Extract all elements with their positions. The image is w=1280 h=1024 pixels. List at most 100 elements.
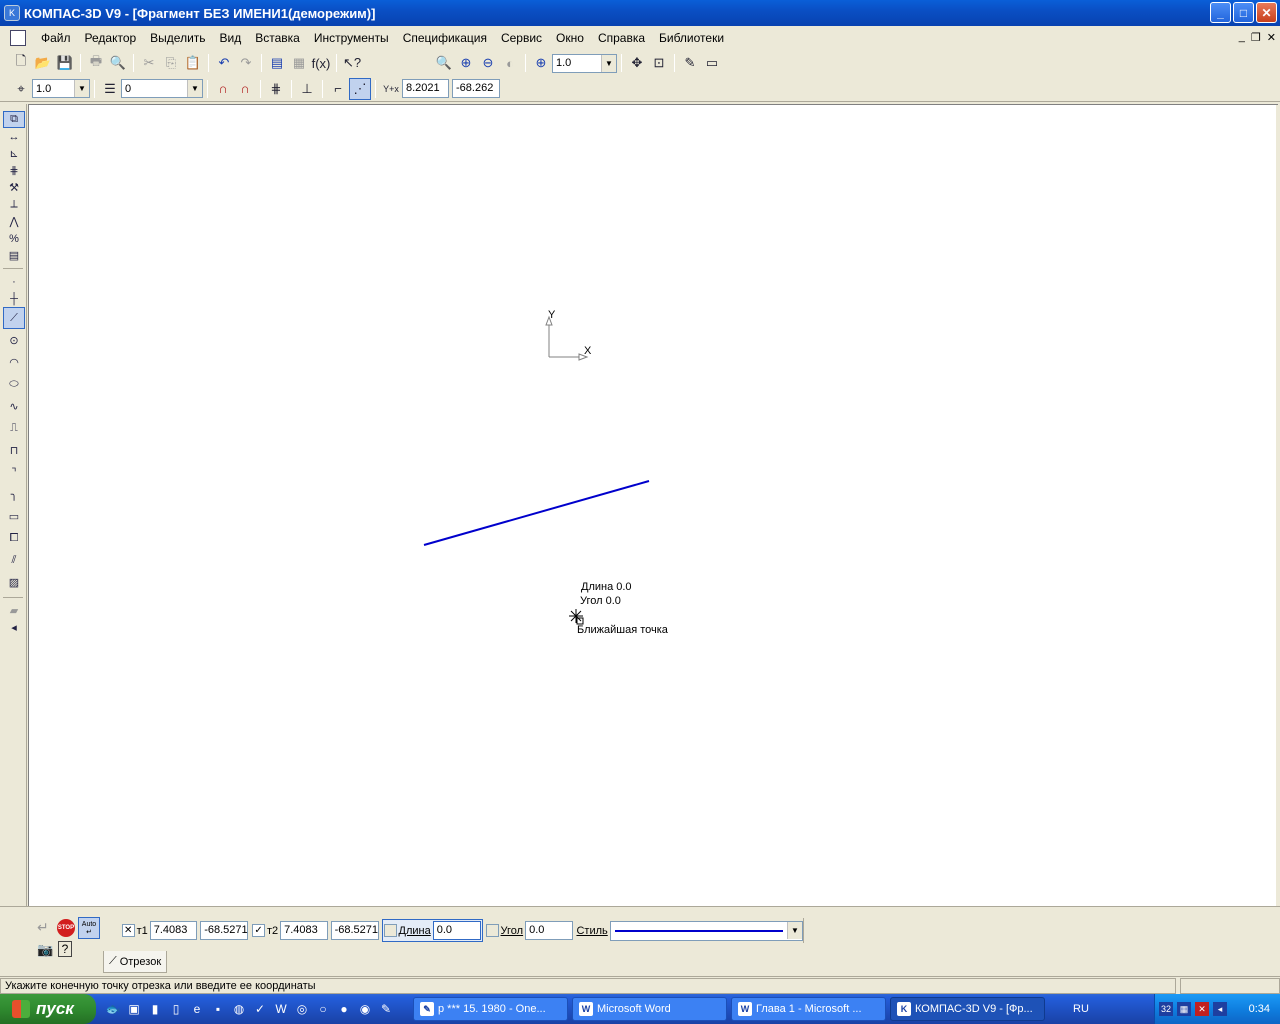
tab-segment[interactable]: ⟋ Отрезок — [103, 951, 168, 973]
zoom-window-icon[interactable]: 🔍 — [433, 52, 455, 74]
dimensions-panel-icon[interactable]: ↔ — [3, 128, 25, 145]
menu-tools[interactable]: Инструменты — [307, 31, 396, 45]
search-icon[interactable]: ○ — [314, 1000, 332, 1018]
coordinates-icon[interactable]: Y+x — [380, 78, 402, 100]
chevron-down-icon[interactable]: ▼ — [601, 54, 616, 72]
menu-specification[interactable]: Спецификация — [396, 31, 494, 45]
circle-icon[interactable]: ⊙ — [3, 329, 25, 351]
print-preview-icon[interactable]: 🔍 — [107, 52, 129, 74]
new-document-icon[interactable]: 🗋 — [10, 52, 32, 74]
save-icon[interactable]: 💾 — [54, 52, 76, 74]
fish-icon[interactable]: 🐟 — [104, 1000, 122, 1018]
start-button[interactable]: пуск — [0, 994, 96, 1024]
zoom-fit-icon[interactable]: ⊡ — [648, 52, 670, 74]
geometry-panel-icon[interactable]: ⧉ — [3, 111, 25, 128]
length-field[interactable]: 0.0 — [432, 921, 481, 940]
segment-icon[interactable]: ⟋ — [3, 307, 25, 329]
designations-panel-icon[interactable]: ⊾ — [3, 145, 25, 162]
grid-icon[interactable]: ⋕ — [265, 78, 287, 100]
stop-button[interactable]: STOP — [57, 919, 75, 937]
associative-views-icon[interactable]: % — [3, 230, 25, 247]
cut-icon[interactable]: ✂ — [138, 52, 160, 74]
equidistant-icon[interactable]: ⫽ — [3, 549, 25, 571]
undo-icon[interactable]: ↶ — [213, 52, 235, 74]
t2-y-field[interactable]: -68.5271 — [330, 921, 379, 940]
tray-app-icon[interactable]: 32 — [1159, 1002, 1173, 1016]
t2-x-field[interactable]: 7.4083 — [280, 921, 328, 940]
rectangle-icon[interactable]: ▭ — [3, 505, 25, 527]
pen-icon[interactable]: ✎ — [377, 1000, 395, 1018]
select-panel-icon[interactable]: ⋀ — [3, 213, 25, 230]
camera-icon[interactable]: 📷 — [37, 942, 53, 958]
ellipse-icon[interactable]: ⬭ — [3, 373, 25, 395]
cursor-y-field[interactable]: -68.262 — [452, 79, 500, 98]
zoom-combo[interactable]: 1.0 ▼ — [552, 53, 617, 73]
print-icon[interactable]: 🖶 — [85, 52, 107, 74]
library-icon[interactable]: ▦ — [288, 52, 310, 74]
spline-icon[interactable]: ∿ — [3, 395, 25, 417]
book-icon[interactable]: ▮ — [146, 1000, 164, 1018]
paste-icon[interactable]: 📋 — [182, 52, 204, 74]
layer-combo[interactable]: 0 ▼ — [121, 79, 203, 98]
globe-icon[interactable]: ◍ — [230, 1000, 248, 1018]
t1-fix-checkbox[interactable]: ✕ — [121, 924, 135, 937]
spec-panel-icon[interactable]: ▤ — [3, 247, 25, 264]
arc-icon[interactable]: ◠ — [3, 351, 25, 373]
media-icon[interactable]: ◎ — [293, 1000, 311, 1018]
bezier-icon[interactable]: ⊓ — [3, 439, 25, 461]
parametric-mode-icon[interactable]: ⋰ — [349, 77, 371, 100]
floppy-icon[interactable]: ▪ — [209, 1000, 227, 1018]
edit-panel-icon[interactable]: ⋕ — [3, 162, 25, 179]
point-icon[interactable]: · — [3, 273, 25, 290]
taskbar-item-word[interactable]: W Microsoft Word — [572, 997, 727, 1021]
menu-view[interactable]: Вид — [213, 31, 249, 45]
refresh-icon[interactable]: ✎ — [679, 52, 701, 74]
tray-alert-icon[interactable]: ✕ — [1195, 1002, 1209, 1016]
chevron-down-icon[interactable]: ▼ — [787, 922, 802, 939]
local-cs-icon[interactable]: ⊥ — [296, 78, 318, 100]
collect-icon[interactable]: ▰ — [3, 602, 25, 619]
checkmark-icon[interactable]: ✓ — [251, 1000, 269, 1018]
zoom-in-icon[interactable]: ⊕ — [455, 52, 477, 74]
drawing-canvas[interactable]: Y X Длина 0.0 Угол 0.0 Ближайшая точка — [28, 104, 1278, 907]
variables-icon[interactable]: f(x) — [310, 52, 332, 74]
ortho-icon[interactable]: ⌐ — [327, 78, 349, 100]
menu-libraries[interactable]: Библиотеки — [652, 31, 731, 45]
polyline-icon[interactable]: ⎍ — [3, 417, 25, 439]
cursor-x-field[interactable]: 8.2021 — [402, 79, 449, 98]
zoom-scale-icon[interactable]: ⊕ — [530, 52, 552, 74]
length-checkbox[interactable] — [383, 924, 397, 937]
tray-network-icon[interactable]: ▦ — [1177, 1002, 1191, 1016]
redo-icon[interactable]: ↷ — [235, 52, 257, 74]
tray-volume-icon[interactable]: ◂ — [1213, 1002, 1227, 1016]
t1-y-field[interactable]: -68.5271 — [200, 921, 249, 940]
chamfer-icon[interactable]: ⌝ — [3, 461, 25, 483]
measure-panel-icon[interactable]: ⟂ — [3, 196, 25, 213]
minimize-button[interactable]: _ — [1210, 2, 1231, 23]
open-icon[interactable]: 📂 — [32, 52, 54, 74]
zoom-previous-icon[interactable]: ◐ — [499, 52, 521, 74]
kompas-app-icon[interactable]: K — [4, 5, 20, 21]
snap-magnet-icon[interactable]: ∩ — [212, 78, 234, 100]
expand-panel-icon[interactable]: ◂ — [3, 619, 25, 636]
taskbar-item-chapter1[interactable]: W Глава 1 - Microsoft ... — [731, 997, 886, 1021]
help-pointer-icon[interactable]: ↖? — [341, 52, 363, 74]
menu-insert[interactable]: Вставка — [248, 31, 307, 45]
menu-file[interactable]: Файл — [34, 31, 78, 45]
menu-edit[interactable]: Редактор — [78, 31, 144, 45]
angle-checkbox[interactable] — [485, 924, 499, 937]
chevron-down-icon[interactable]: ▼ — [74, 80, 89, 97]
show-desktop-icon[interactable]: ▣ — [125, 1000, 143, 1018]
close-button[interactable]: ✕ — [1256, 2, 1277, 23]
snap-settings-icon[interactable]: ∩ — [234, 78, 256, 100]
document-icon[interactable] — [10, 30, 26, 46]
mdi-close-icon[interactable]: ✕ — [1267, 31, 1276, 44]
pan-icon[interactable]: ✥ — [626, 52, 648, 74]
maximize-button[interactable]: □ — [1233, 2, 1254, 23]
fillet-icon[interactable]: ╮ — [3, 483, 25, 505]
taskbar-item-onenote[interactable]: ✎ р *** 15. 1980 - One... — [413, 997, 568, 1021]
enter-object-icon[interactable]: ↵ — [37, 919, 49, 936]
chevron-down-icon[interactable]: ▼ — [187, 80, 202, 97]
auxiliary-line-icon[interactable]: ┼ — [3, 290, 25, 307]
mdi-restore-icon[interactable]: ❐ — [1251, 31, 1261, 44]
